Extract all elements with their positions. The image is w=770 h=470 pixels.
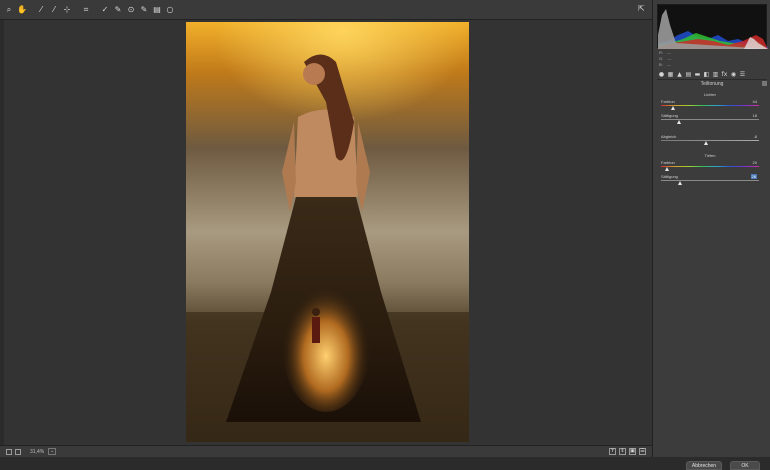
- red-eye-icon: ⊙: [127, 5, 135, 14]
- straighten-tool[interactable]: ✓: [100, 4, 110, 16]
- shadows-saturation-label: Sättigung: [661, 174, 678, 179]
- crop-tool[interactable]: ⌗: [81, 4, 91, 16]
- color-sampler-tool[interactable]: ⁄: [49, 4, 59, 16]
- copy-settings-button[interactable]: ▣: [629, 448, 636, 455]
- photo-preview: [186, 22, 469, 442]
- eyedropper-icon: ⁄: [40, 5, 42, 14]
- magnifier-icon: ⌕: [6, 4, 12, 14]
- graduated-filter-tool[interactable]: ▤: [152, 4, 162, 16]
- adjustment-brush-tool[interactable]: ✎: [139, 4, 149, 16]
- brush-icon: ✎: [140, 5, 148, 14]
- tab-effects[interactable]: fx: [720, 71, 729, 79]
- tab-hsl[interactable]: ▤: [684, 71, 693, 79]
- highlights-hue-value[interactable]: 44: [753, 99, 757, 104]
- radial-filter-tool[interactable]: ○: [165, 4, 175, 16]
- red-eye-tool[interactable]: ⊙: [126, 4, 136, 16]
- shadows-saturation-track[interactable]: [661, 180, 759, 181]
- ok-button[interactable]: OK: [730, 461, 760, 470]
- highlights-saturation-value[interactable]: 18: [753, 113, 757, 118]
- white-balance-tool[interactable]: ⁄: [36, 4, 46, 16]
- tab-split-toning[interactable]: ▬: [693, 71, 702, 79]
- b-value: ---: [666, 62, 671, 67]
- zoom-tool[interactable]: ⌕: [4, 4, 14, 16]
- open-preferences-button[interactable]: ⇱: [638, 4, 648, 16]
- chevron-down-icon: ⌄: [50, 448, 55, 454]
- view-buttons: Y ⇕ ▣ ☰: [609, 448, 646, 455]
- status-bar: 31,4% ⌄ Y ⇕ ▣ ☰: [0, 445, 652, 457]
- crop-icon: ⌗: [83, 4, 89, 14]
- straighten-icon: ✓: [101, 5, 109, 14]
- highlights-saturation-slider[interactable]: Sättigung 18: [661, 113, 759, 127]
- hand-icon: ✋: [17, 5, 27, 14]
- highlights-hue-thumb[interactable]: [670, 106, 675, 110]
- highlights-hue-label: Farbton: [661, 99, 675, 104]
- tab-basic[interactable]: ●: [657, 71, 666, 79]
- zoom-dropdown[interactable]: ⌄: [48, 448, 57, 455]
- highlights-hue-track[interactable]: [661, 105, 759, 106]
- before-after-y-button[interactable]: Y: [609, 448, 616, 455]
- graduated-filter-icon: ▤: [153, 5, 161, 14]
- shadows-hue-track[interactable]: [661, 166, 759, 167]
- image-canvas[interactable]: [4, 20, 652, 445]
- balance-thumb[interactable]: [704, 141, 709, 145]
- histogram: [657, 4, 768, 49]
- tab-presets[interactable]: ☰: [738, 71, 747, 79]
- dialog-footer: Abbrechen OK: [0, 457, 770, 470]
- highlights-saturation-thumb[interactable]: [676, 120, 681, 124]
- balance-slider[interactable]: Abgleich -8: [661, 134, 759, 148]
- highlights-hue-slider[interactable]: Farbton 44: [661, 99, 759, 113]
- balance-label: Abgleich: [661, 134, 677, 139]
- balance-track[interactable]: [661, 140, 759, 141]
- tab-transform[interactable]: ▥: [711, 71, 720, 79]
- camera-raw-window: ⌕ ✋ ⁄ ⁄ ⊹ ⌗ ✓ ✎ ⊙ ✎ ▤ ○ ⇱ 31,4% ⌄ Y ⇕ ▣ …: [0, 0, 770, 470]
- export-icon: ⇱: [638, 4, 645, 13]
- shadows-saturation-slider[interactable]: Sättigung 26: [661, 174, 759, 188]
- tab-lens[interactable]: ◧: [702, 71, 711, 79]
- targeted-adjustment-tool[interactable]: ⊹: [62, 4, 72, 16]
- highlights-heading: Lichter: [703, 92, 716, 97]
- shadows-hue-label: Farbton: [661, 160, 675, 165]
- shadows-heading: Tiefen: [704, 153, 716, 158]
- zoom-in-icon[interactable]: [15, 448, 21, 455]
- histogram-graph: [658, 9, 768, 49]
- cancel-button[interactable]: Abbrechen: [686, 461, 722, 470]
- shadows-saturation-value[interactable]: 26: [750, 174, 757, 179]
- sampler-eyedropper-icon: ⁄: [53, 5, 55, 14]
- panel-title: Teiltonung: [700, 81, 724, 87]
- panel-header: Teiltonung: [657, 80, 767, 88]
- photo-image: [186, 22, 469, 442]
- spot-removal-icon: ✎: [114, 5, 122, 14]
- spot-removal-tool[interactable]: ✎: [113, 4, 123, 16]
- tool-bar: ⌕ ✋ ⁄ ⁄ ⊹ ⌗ ✓ ✎ ⊙ ✎ ▤ ○ ⇱: [0, 0, 652, 20]
- zoom-out-icon[interactable]: [6, 448, 12, 455]
- target-adjust-icon: ⊹: [63, 5, 71, 14]
- view-options-button[interactable]: ☰: [639, 448, 646, 455]
- highlights-saturation-label: Sättigung: [661, 113, 678, 118]
- shadows-saturation-thumb[interactable]: [677, 181, 682, 185]
- b-label: B:: [659, 62, 663, 67]
- panel-menu-icon[interactable]: [762, 81, 767, 86]
- shadows-hue-value[interactable]: 20: [753, 160, 757, 165]
- tab-camera-calibration[interactable]: ◉: [729, 71, 738, 79]
- panel-tabs: ● ▦ ▲ ▤ ▬ ◧ ▥ fx ◉ ☰: [657, 71, 767, 80]
- balance-value[interactable]: -8: [753, 134, 757, 139]
- shadows-hue-slider[interactable]: Farbton 20: [661, 160, 759, 174]
- rgb-readout: R: --- G: --- B: ---: [659, 50, 671, 68]
- zoom-level: 31,4%: [30, 448, 45, 455]
- radial-filter-icon: ○: [166, 5, 174, 14]
- hand-tool[interactable]: ✋: [17, 4, 27, 16]
- adjustments-panel: R: --- G: --- B: --- ● ▦ ▲ ▤ ▬ ◧ ▥ fx ◉ ☰ T…: [652, 0, 770, 457]
- tab-detail[interactable]: ▲: [675, 71, 684, 79]
- tab-tone-curve[interactable]: ▦: [666, 71, 675, 79]
- shadows-hue-thumb[interactable]: [664, 167, 669, 171]
- swap-before-after-button[interactable]: ⇕: [619, 448, 626, 455]
